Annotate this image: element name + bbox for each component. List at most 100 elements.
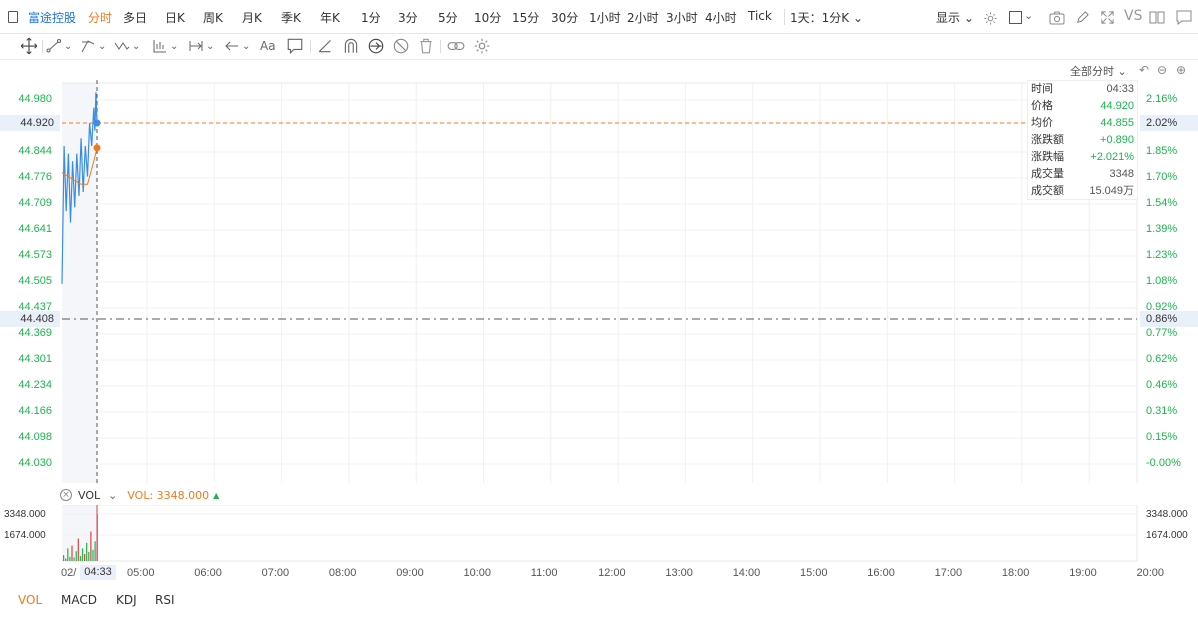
volume-bar <box>67 548 69 561</box>
time-axis-label: 08:00 <box>328 567 357 579</box>
price-axis-label: 44.030 <box>18 457 52 469</box>
chevron-down-icon[interactable]: ⌄ <box>1024 9 1033 22</box>
timeframe-tab[interactable]: 周K <box>203 9 223 26</box>
display-dropdown[interactable]: 显示 ⌄ <box>936 9 974 26</box>
price-axis-label: 44.980 <box>18 93 52 105</box>
ruler-angle-icon[interactable] <box>317 37 335 55</box>
sync-drawing-icon[interactable] <box>367 37 385 55</box>
volume-bar <box>65 558 67 561</box>
measure-tool[interactable]: ⌄ <box>188 37 214 55</box>
crosshair-move-icon[interactable] <box>20 37 38 55</box>
pct-axis-label: 0.15% <box>1146 431 1178 443</box>
zoom-out-icon[interactable]: ⊖ <box>1156 64 1168 76</box>
timeframe-tab[interactable]: 2小时 <box>627 9 659 26</box>
prev-close-pct-badge: 0.86% <box>1140 311 1198 327</box>
timeframe-tab[interactable]: 15分 <box>512 9 539 26</box>
time-axis-label: 14:00 <box>732 567 761 579</box>
timeframe-tab[interactable]: 30分 <box>551 9 578 26</box>
price-axis-label: 44.301 <box>18 353 52 365</box>
volume-bar <box>90 531 92 561</box>
volume-bar <box>71 545 73 561</box>
info-value: 15.049万 <box>1089 185 1134 197</box>
indicator-tab[interactable]: RSI <box>155 593 175 607</box>
vs-compare-button[interactable]: VS <box>1124 8 1142 24</box>
info-value: +0.890 <box>1100 134 1134 146</box>
message-icon[interactable] <box>1176 10 1192 25</box>
time-axis-label: 13:00 <box>665 567 693 579</box>
timeframe-tab[interactable]: Tick <box>748 9 772 23</box>
pct-axis-label: 1.23% <box>1146 249 1178 261</box>
pencil-icon[interactable] <box>1075 10 1090 25</box>
timeframe-tab[interactable]: 4小时 <box>705 9 737 26</box>
chevron-down-icon[interactable]: ⌄ <box>108 489 117 502</box>
arrow-tool[interactable]: ⌄ <box>224 37 250 55</box>
timeframe-tab[interactable]: 日K <box>165 9 185 26</box>
trend-line-tool[interactable]: ⌄ <box>46 37 72 55</box>
trash-icon[interactable] <box>417 37 435 55</box>
close-icon[interactable]: × <box>60 489 72 501</box>
channel-icon <box>81 40 95 53</box>
timeframe-tab[interactable]: 分时 <box>88 9 112 26</box>
info-value: 44.920 <box>1100 100 1134 112</box>
timeframe-tab[interactable]: 5分 <box>438 9 458 26</box>
timeframe-tab[interactable]: 多日 <box>123 9 147 26</box>
price-cursor-dot <box>93 119 101 127</box>
channel-tool[interactable]: ⌄ <box>80 37 106 55</box>
volume-bar <box>69 556 71 561</box>
timeframe-tab[interactable]: 月K <box>242 9 262 26</box>
zoom-in-icon[interactable]: ⊕ <box>1175 64 1187 76</box>
hide-drawings-icon[interactable] <box>392 37 410 55</box>
chart-grid <box>62 83 1137 483</box>
info-row: 成交额 15.049万 <box>1028 183 1137 200</box>
info-label: 时间 <box>1031 83 1053 95</box>
book-icon[interactable] <box>1149 10 1165 25</box>
time-axis-label: 09:00 <box>396 567 424 579</box>
timeframe-tab[interactable]: 3分 <box>398 9 418 26</box>
indicator-tab[interactable]: MACD <box>61 593 97 607</box>
price-axis-label: 44.166 <box>18 405 52 417</box>
timeframe-tab[interactable]: 1分 <box>361 9 381 26</box>
volume-header: × VOL ⌄ VOL: 3348.000 ▲ <box>60 486 219 504</box>
undo-icon[interactable]: ↶ <box>1138 64 1150 76</box>
info-label: 成交额 <box>1031 185 1064 197</box>
link-chain-icon[interactable] <box>447 37 465 55</box>
fibonacci-tool[interactable]: ⌄ <box>152 37 178 55</box>
volume-chart[interactable] <box>0 505 1198 563</box>
wave-tool[interactable]: ⌄ <box>114 37 140 55</box>
full-period-dropdown[interactable]: 全部分时 ⌄ <box>1070 63 1127 79</box>
time-axis-label: 11:00 <box>530 567 558 579</box>
sidebar-toggle-icon[interactable] <box>8 11 18 23</box>
time-axis-label: 12:00 <box>598 567 626 579</box>
timeframe-tab[interactable]: 季K <box>281 9 301 26</box>
indicator-tab[interactable]: KDJ <box>116 593 137 607</box>
time-axis-label: 15:00 <box>800 567 828 579</box>
volume-bar <box>92 549 94 561</box>
volume-bar <box>84 554 86 561</box>
indicator-tab[interactable]: VOL <box>18 593 42 607</box>
settings-gear-icon[interactable] <box>983 11 998 26</box>
timeframe-tab[interactable]: 年K <box>320 9 340 26</box>
measure-icon <box>189 41 203 51</box>
timeframe-tab[interactable]: 1小时 <box>589 9 621 26</box>
camera-icon[interactable] <box>1049 11 1065 25</box>
price-axis-label: 44.505 <box>18 275 52 287</box>
period-select[interactable]: 1天：1分K ⌄ <box>790 9 863 26</box>
magnet-icon[interactable] <box>342 37 360 55</box>
drawing-settings-gear-icon[interactable] <box>473 37 491 55</box>
time-axis-label: 19:00 <box>1069 567 1097 579</box>
timeframe-tab[interactable]: 3小时 <box>666 9 698 26</box>
price-chart[interactable] <box>0 60 1198 485</box>
comment-icon[interactable] <box>286 37 304 55</box>
time-axis-label: 17:00 <box>934 567 963 579</box>
pct-axis-label: 0.77% <box>1146 327 1178 339</box>
vol-axis-right-top: 3348.000 <box>1146 509 1188 520</box>
text-tool[interactable]: Aa <box>260 37 276 55</box>
timeframe-tab[interactable]: 10分 <box>474 9 501 26</box>
layout-square-icon[interactable] <box>1009 11 1022 24</box>
info-label: 涨跌额 <box>1031 134 1064 146</box>
volume-bar <box>81 548 84 561</box>
price-axis-label: 44.641 <box>18 223 52 235</box>
fullscreen-icon[interactable] <box>1100 10 1115 25</box>
ticker-name[interactable]: 富途控股 <box>28 9 76 26</box>
wave-icon <box>114 42 130 50</box>
